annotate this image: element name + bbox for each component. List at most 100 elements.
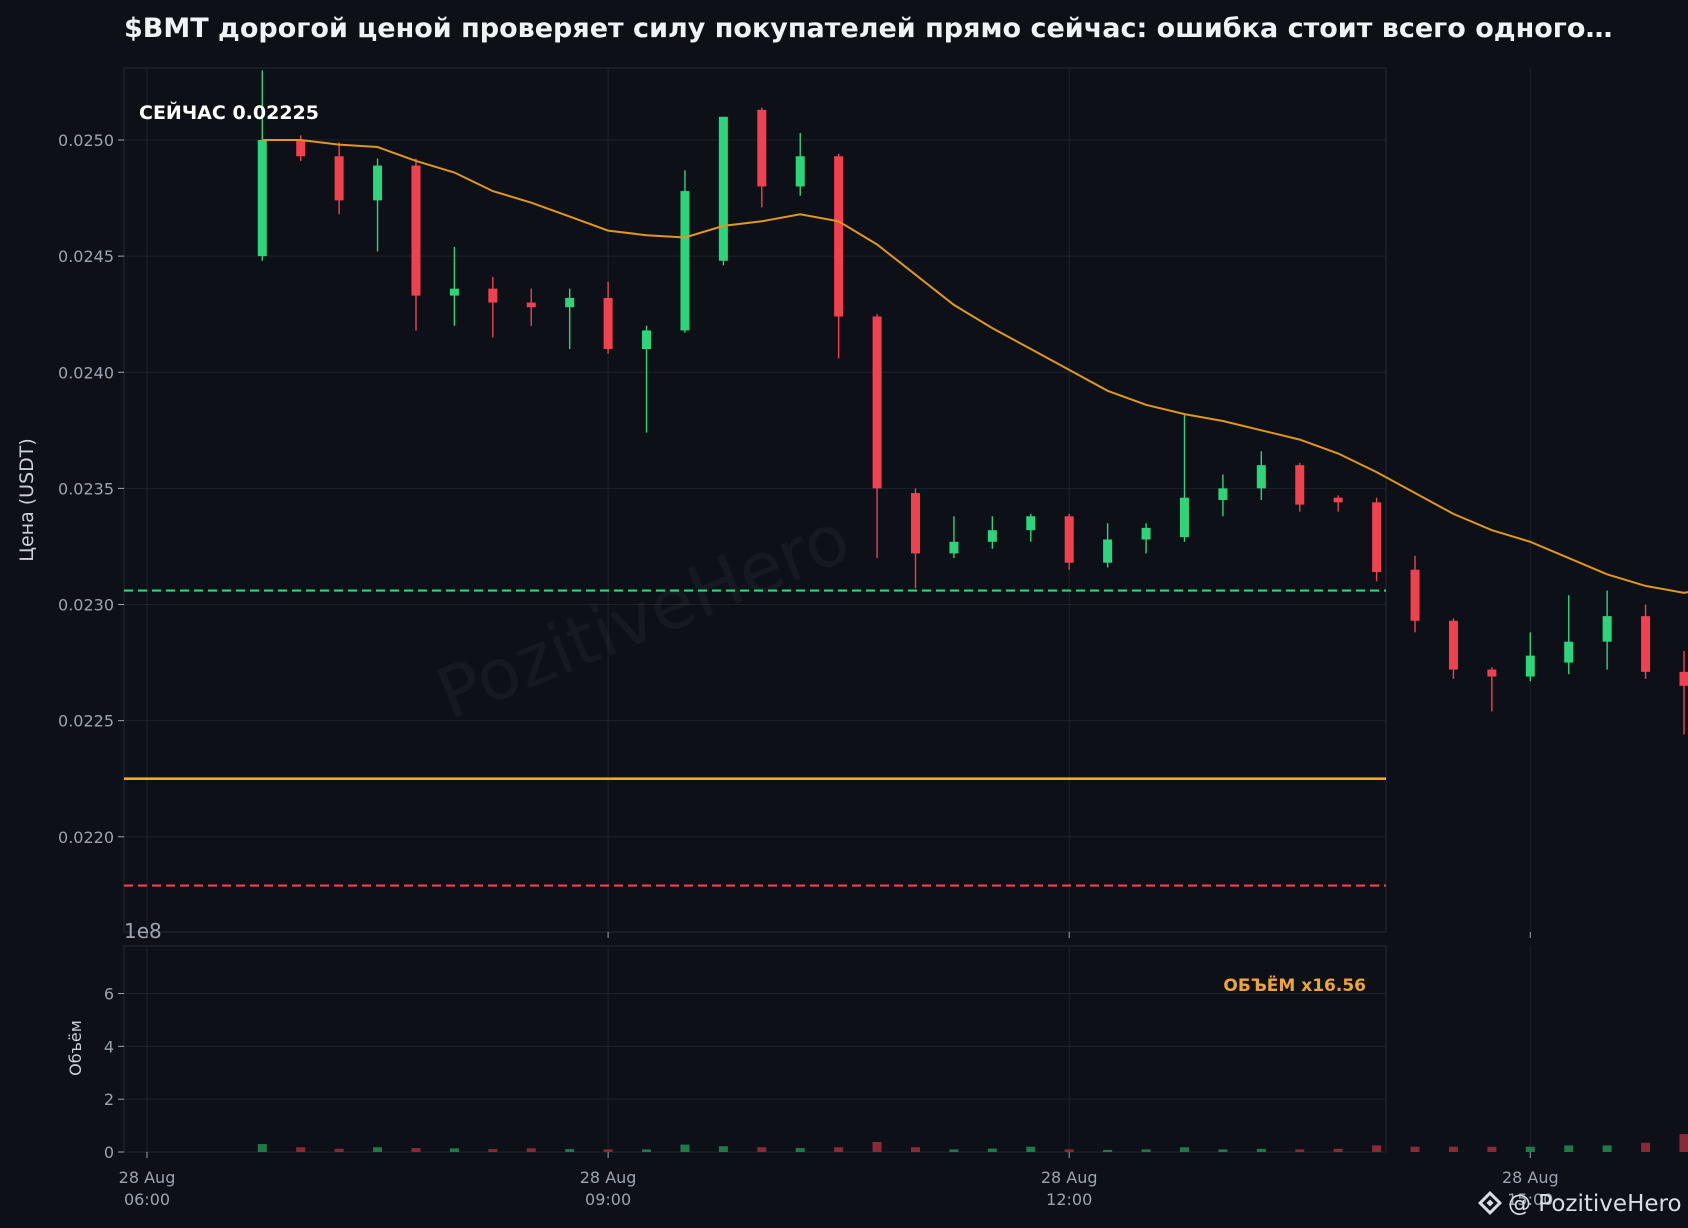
candle-body [565, 297, 575, 308]
volume-bar [834, 1147, 844, 1152]
price-tick-label: 0.0235 [58, 479, 114, 498]
candle-body [296, 140, 306, 157]
price-tick-label: 0.0250 [58, 131, 114, 150]
candle-body [1256, 465, 1266, 489]
candle-body [1103, 539, 1113, 563]
volume-bar [872, 1141, 882, 1152]
candle-body [1525, 655, 1535, 677]
candle-body [373, 165, 383, 201]
volume-bar [526, 1148, 536, 1152]
candle-body [1487, 669, 1497, 677]
price-tick-label: 0.0245 [58, 247, 114, 266]
candle-body [1372, 502, 1382, 572]
candle-body [488, 288, 498, 303]
volume-bar [1602, 1145, 1612, 1152]
volume-tick-label: 2 [104, 1090, 114, 1109]
candle-body [1141, 527, 1151, 540]
volume-bar [1295, 1149, 1305, 1152]
volume-bar [718, 1146, 728, 1152]
x-tick-label: 28 Aug [119, 1168, 176, 1187]
volume-bar [1564, 1145, 1574, 1152]
candle-body [757, 109, 767, 187]
volume-bar [949, 1149, 959, 1152]
volume-bar [1641, 1142, 1651, 1152]
volume-bar [1448, 1146, 1458, 1152]
volume-bar [411, 1148, 421, 1152]
volume-bar [1103, 1149, 1113, 1152]
volume-bar [1333, 1148, 1343, 1152]
volume-bar [296, 1147, 306, 1152]
price-tick-label: 0.0240 [58, 363, 114, 382]
candle-body [1410, 569, 1420, 621]
candle-body [1333, 497, 1343, 503]
volume-bar [911, 1147, 920, 1152]
volume-panel [123, 945, 1387, 1153]
candle-body [1564, 641, 1574, 663]
volume-bar [1487, 1146, 1497, 1152]
candle-body [949, 541, 959, 554]
volume-bar [1218, 1149, 1228, 1152]
volume-y-axis: 0 2 4 6 [104, 985, 124, 1162]
x-tick-label: 12:00 [1046, 1190, 1092, 1209]
volume-bar [257, 1144, 267, 1152]
candle-body [257, 140, 267, 257]
volume-bar [1372, 1145, 1382, 1152]
candle-body [526, 302, 536, 308]
volume-bar [1141, 1149, 1151, 1152]
volume-bar [1026, 1146, 1036, 1152]
volume-bar [603, 1149, 613, 1152]
candle-body [603, 297, 613, 350]
volume-tick-label: 4 [104, 1037, 114, 1056]
volume-bar [565, 1149, 575, 1152]
chart-title: $BMT дорогой ценой проверяет силу покупа… [124, 13, 1612, 44]
price-tick-label: 0.0220 [58, 828, 114, 847]
volume-bar [987, 1148, 997, 1152]
candle-body [1218, 488, 1228, 500]
current-price-label: СЕЙЧАС 0.02225 [139, 101, 319, 124]
x-tick-label: 06:00 [124, 1190, 170, 1209]
candle-body [718, 116, 728, 261]
candle-body [334, 156, 344, 201]
volume-bar [1064, 1149, 1074, 1152]
x-tick-label: 28 Aug [580, 1168, 637, 1187]
volume-spike-label: ОБЪЁМ x16.56 [1223, 974, 1366, 996]
volume-tick-label: 0 [104, 1143, 114, 1162]
x-axis: 28 Aug06:0028 Aug09:0028 Aug12:0028 Aug1… [119, 1152, 1559, 1209]
x-tick-label: 28 Aug [1041, 1168, 1098, 1187]
candle-body [449, 288, 459, 296]
candle-body [987, 530, 997, 542]
candle-body [1026, 516, 1036, 531]
volume-bar [680, 1144, 690, 1152]
price-axis-label: Цена (USDT) [16, 438, 38, 562]
candle-body [1064, 516, 1074, 563]
volume-bar [488, 1149, 498, 1152]
volume-bar [1679, 1134, 1688, 1152]
volume-bar [757, 1147, 767, 1152]
volume-bar [642, 1149, 652, 1152]
volume-bar [1179, 1147, 1189, 1152]
volume-bar [373, 1147, 383, 1152]
candle-body [680, 191, 690, 331]
chart-canvas: $BMT дорогой ценой проверяет силу покупа… [16, 13, 1688, 1217]
binance-diamond-icon [1477, 1190, 1503, 1216]
price-y-axis: 0.0220 0.0225 0.0230 0.0235 0.0240 0.0245 0.02… [58, 131, 124, 847]
volume-bar [1256, 1148, 1266, 1152]
candle-body [1179, 497, 1189, 538]
volume-bar [1410, 1146, 1420, 1152]
price-x-ticks [146, 932, 1531, 938]
candle-body [872, 316, 882, 489]
candle-body [834, 156, 844, 317]
volume-bar [334, 1148, 344, 1152]
x-tick-label: 09:00 [585, 1190, 631, 1209]
price-tick-label: 0.0230 [58, 596, 114, 615]
volume-multiplier-label: 1e8 [124, 919, 162, 943]
x-tick-label: 28 Aug [1502, 1168, 1559, 1187]
volume-bar [449, 1148, 459, 1152]
candle-body [1641, 616, 1651, 672]
candle-body [642, 330, 652, 350]
candle-body [911, 493, 920, 554]
volume-bar [795, 1148, 805, 1152]
price-panel [123, 67, 1387, 933]
candle-body [1602, 616, 1612, 642]
candle-body [411, 165, 421, 296]
